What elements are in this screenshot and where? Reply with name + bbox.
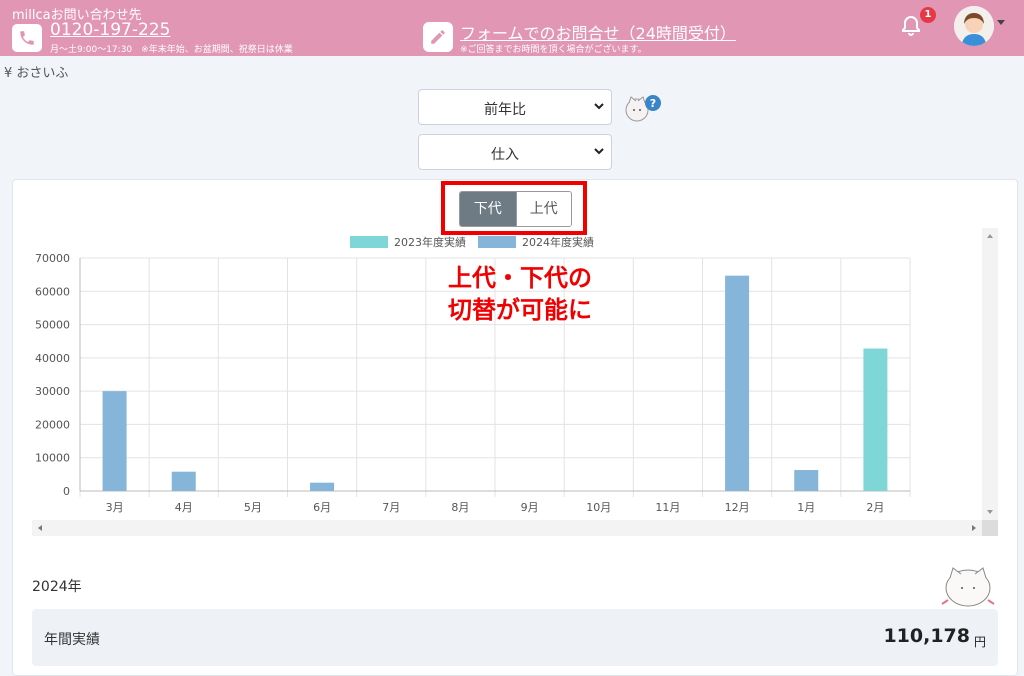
scroll-right-icon[interactable] <box>972 525 976 531</box>
bar-2024 <box>794 470 819 491</box>
header-bar: millcaお問い合わせ先 0120-197-225 月～土9:00～17:30… <box>0 0 1024 56</box>
help-mascot-icon[interactable]: ? <box>623 92 663 124</box>
x-tick-label: 4月 <box>175 501 193 514</box>
price-type-toggle[interactable]: 下代 上代 <box>459 191 572 227</box>
annotation-text: 上代・下代の 切替が可能に <box>420 262 620 326</box>
business-hours: 月～土9:00～17:30 ※年末年始、お盆期間、祝祭日は休業 <box>50 45 293 55</box>
summary-unit: 円 <box>973 635 986 649</box>
x-tick-label: 2月 <box>866 501 884 514</box>
x-tick-label: 7月 <box>382 501 400 514</box>
bar-2024 <box>102 391 127 491</box>
scroll-up-icon[interactable] <box>987 234 993 238</box>
contact-form-link[interactable]: フォームでのお問合せ（24時間受付） <box>460 20 736 44</box>
x-tick-label: 10月 <box>586 501 611 514</box>
scrollbar-corner <box>982 520 998 536</box>
x-tick-label: 5月 <box>244 501 262 514</box>
annotation-line-1: 上代・下代の <box>448 264 592 292</box>
legend-label: 2024年度実績 <box>522 235 594 249</box>
scroll-down-icon[interactable] <box>987 510 993 514</box>
y-tick-label: 20000 <box>35 418 70 431</box>
breadcrumb[interactable]: ¥ おさいふ <box>4 62 68 81</box>
contact-form-note: ※ご回答までお時間を頂く場合がございます。 <box>460 45 647 55</box>
legend-label: 2023年度実績 <box>394 235 466 249</box>
phone-icon <box>12 24 42 52</box>
summary-value: 110,178 <box>883 625 970 647</box>
chevron-down-icon[interactable] <box>997 20 1005 25</box>
year-label: 2024年 <box>32 579 82 595</box>
bar-2024 <box>725 275 750 491</box>
x-tick-label: 6月 <box>313 501 331 514</box>
y-tick-label: 30000 <box>35 385 70 398</box>
pencil-icon[interactable] <box>423 22 453 52</box>
vertical-scrollbar[interactable] <box>982 228 998 520</box>
notification-badge: 1 <box>920 7 936 23</box>
comparison-select-value: 前年比 <box>484 102 526 118</box>
chevron-down-icon <box>594 103 604 110</box>
bar-2024 <box>171 471 196 491</box>
x-tick-label: 1月 <box>797 501 815 514</box>
legend-swatch <box>478 236 516 248</box>
avatar[interactable] <box>954 6 994 46</box>
y-tick-label: 0 <box>63 485 70 498</box>
bar-2024 <box>310 482 335 491</box>
bar-2023 <box>863 348 888 491</box>
x-tick-label: 3月 <box>106 501 124 514</box>
annotation-line-2: 切替が可能に <box>448 296 592 324</box>
x-tick-label: 12月 <box>725 501 750 514</box>
type-select[interactable]: 仕入 <box>418 134 612 170</box>
type-select-value: 仕入 <box>491 147 519 163</box>
annual-summary: 年間実績 110,178 円 <box>32 609 998 666</box>
comparison-select[interactable]: 前年比 <box>418 89 612 125</box>
y-tick-label: 70000 <box>35 252 70 265</box>
scroll-left-icon[interactable] <box>38 525 42 531</box>
y-tick-label: 60000 <box>35 285 70 298</box>
x-tick-label: 9月 <box>521 501 539 514</box>
y-tick-label: 50000 <box>35 319 70 332</box>
svg-text:?: ? <box>650 97 656 110</box>
y-tick-label: 10000 <box>35 452 70 465</box>
phone-number-link[interactable]: 0120-197-225 <box>50 20 170 40</box>
cat-mascot-icon <box>938 560 998 610</box>
x-tick-label: 11月 <box>655 501 680 514</box>
x-tick-label: 8月 <box>451 501 469 514</box>
toggle-wholesale-button[interactable]: 下代 <box>460 192 516 226</box>
summary-label: 年間実績 <box>44 632 100 648</box>
legend-swatch <box>350 236 388 248</box>
y-tick-label: 40000 <box>35 352 70 365</box>
horizontal-scrollbar[interactable] <box>32 520 982 536</box>
toggle-retail-button[interactable]: 上代 <box>515 192 571 226</box>
chevron-down-icon <box>594 148 604 155</box>
